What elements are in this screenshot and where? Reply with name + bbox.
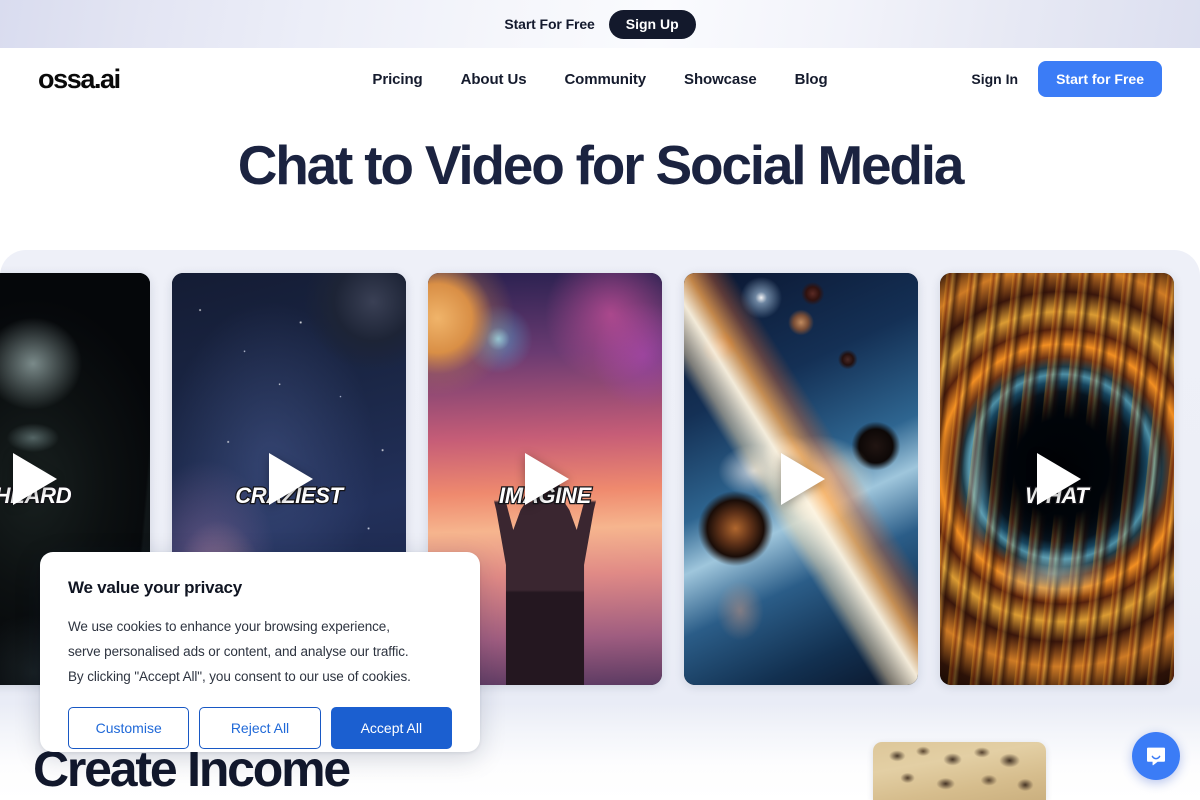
cookie-body-line: By clicking "Accept All", you consent to…: [68, 669, 411, 685]
video-card[interactable]: [684, 273, 918, 685]
video-card[interactable]: WHAT: [940, 273, 1174, 685]
primary-navigation: Pricing About Us Community Showcase Blog: [372, 71, 827, 88]
play-icon[interactable]: [513, 447, 577, 511]
cookie-consent-dialog: We value your privacy We use cookies to …: [40, 552, 480, 752]
cookie-body-line: We use cookies to enhance your browsing …: [68, 619, 390, 634]
navbar-actions: Sign In Start for Free: [971, 61, 1162, 97]
cookie-body-line: serve personalised ads or content, and a…: [68, 644, 409, 660]
cookie-dialog-title: We value your privacy: [68, 578, 242, 597]
nav-item-community[interactable]: Community: [564, 71, 646, 88]
play-icon[interactable]: [1, 447, 65, 511]
customise-button[interactable]: Customise: [68, 707, 190, 750]
play-icon[interactable]: [1025, 447, 1089, 511]
accept-all-button[interactable]: Accept All: [330, 707, 452, 750]
promo-signup-button[interactable]: Sign Up: [608, 9, 696, 39]
promo-banner-text: Start For Free: [504, 16, 595, 32]
brand-logo[interactable]: ossa.ai: [38, 64, 121, 95]
nav-item-pricing[interactable]: Pricing: [372, 71, 422, 88]
hero-section: Chat to Video for Social Media: [0, 110, 1200, 194]
promo-banner: Start For Free Sign Up: [0, 0, 1200, 48]
chat-bubble-icon: [1144, 744, 1168, 768]
nav-item-about-us[interactable]: About Us: [461, 71, 527, 88]
chat-launcher-button[interactable]: [1132, 732, 1180, 780]
start-for-free-button[interactable]: Start for Free: [1038, 61, 1162, 97]
play-icon[interactable]: [769, 447, 833, 511]
battle-scene-thumbnail[interactable]: [873, 742, 1046, 800]
cookie-dialog-body: We use cookies to enhance your browsing …: [68, 614, 452, 689]
play-icon[interactable]: [257, 447, 321, 511]
nav-item-blog[interactable]: Blog: [795, 71, 828, 88]
cookie-dialog-actions: Customise Reject All Accept All: [68, 707, 452, 750]
navbar: ossa.ai Pricing About Us Community Showc…: [0, 48, 1200, 110]
page-title: Chat to Video for Social Media: [237, 134, 965, 196]
nav-item-showcase[interactable]: Showcase: [684, 71, 757, 88]
sign-in-link[interactable]: Sign In: [971, 71, 1018, 87]
reject-all-button[interactable]: Reject All: [199, 707, 321, 750]
